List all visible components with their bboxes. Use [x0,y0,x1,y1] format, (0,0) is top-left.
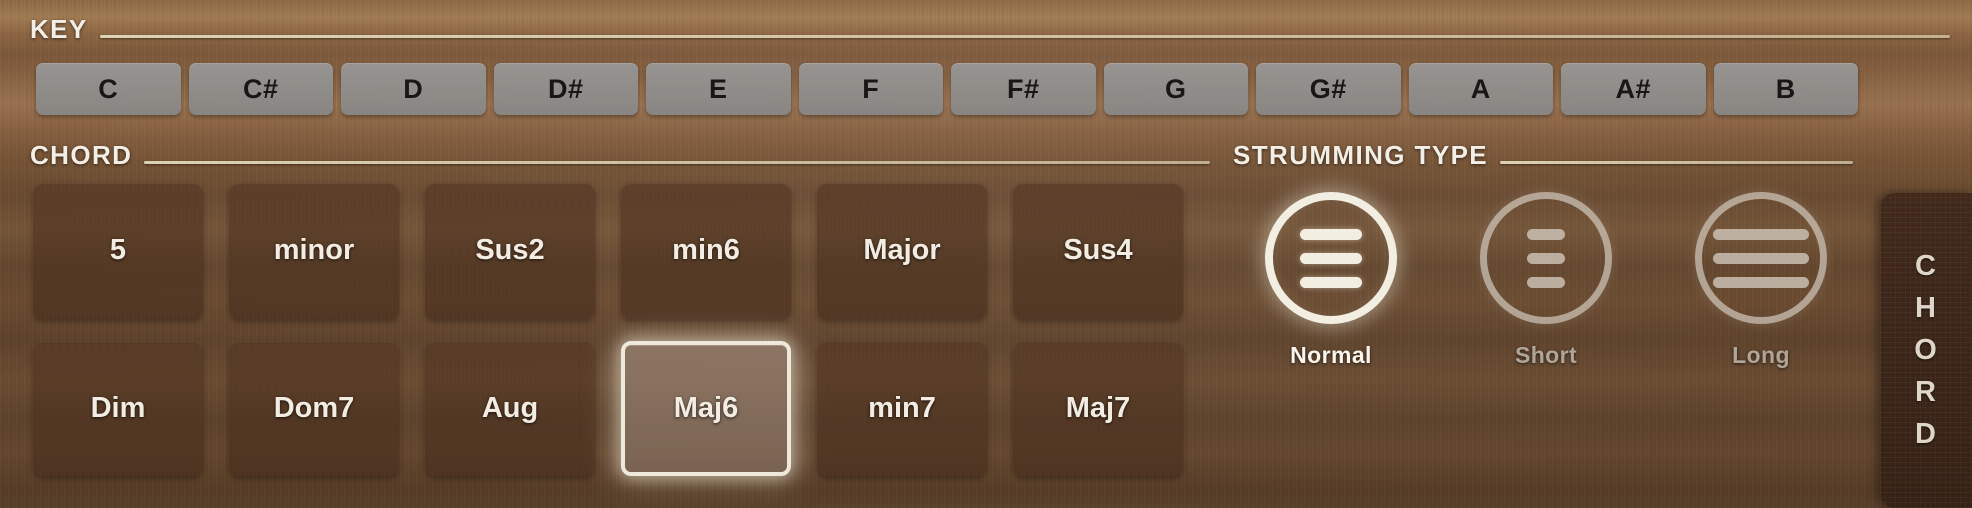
chord-tab-letter: H [1915,292,1937,324]
key-button-g[interactable]: G [1103,63,1248,115]
strum-normal-icon[interactable] [1265,192,1397,324]
strum-bar [1713,252,1809,264]
chord-selector-panel: KEY C C# D D# E F F# G G# A A# B CHORD STRUMMING TY… [0,0,1972,508]
strum-bar [1300,228,1362,240]
chord-button-dim[interactable]: Dim [33,340,203,476]
strumming-option-label: Short [1514,342,1578,368]
strumming-option-label: Normal [1290,342,1372,368]
chord-button-aug[interactable]: Aug [425,340,595,476]
strum-bar [1713,276,1809,288]
chord-tab-letter: C [1915,250,1937,282]
key-button-d[interactable]: D [341,63,486,115]
key-button-f[interactable]: F [798,63,943,115]
strum-bar [1527,276,1565,288]
key-button-gsharp[interactable]: G# [1256,63,1401,115]
strum-bar [1713,228,1809,240]
key-button-row: C C# D D# E F F# G G# A A# B [36,63,1858,115]
key-button-a[interactable]: A [1408,63,1553,115]
strumming-section-header: STRUMMING TYPE [1233,140,1853,171]
key-button-asharp[interactable]: A# [1561,63,1706,115]
chord-tab-letter: R [1915,376,1937,408]
strum-short-icon[interactable] [1480,192,1612,324]
strumming-type-row: Normal Short Long [1236,192,1856,477]
key-button-b[interactable]: B [1713,63,1858,115]
strumming-option-short[interactable]: Short [1451,192,1641,369]
chord-tab-letter: O [1914,334,1938,366]
key-button-csharp[interactable]: C# [188,63,333,115]
strum-long-icon[interactable] [1695,192,1827,324]
chord-button-min7[interactable]: min7 [817,340,987,476]
chord-button-maj7[interactable]: Maj7 [1013,340,1183,476]
chord-button-major[interactable]: Major [817,183,987,319]
chord-button-minor[interactable]: minor [229,183,399,319]
chord-button-sus2[interactable]: Sus2 [425,183,595,319]
key-section-header: KEY [30,14,1950,45]
chord-button-maj6[interactable]: Maj6 [621,340,791,476]
key-button-fsharp[interactable]: F# [951,63,1096,115]
strumming-section-title: STRUMMING TYPE [1233,140,1489,170]
chord-section-title: CHORD [30,140,133,170]
chord-button-dom7[interactable]: Dom7 [229,340,399,476]
key-section-title: KEY [30,14,88,44]
strum-bar [1300,276,1362,288]
strumming-option-long[interactable]: Long [1666,192,1856,369]
key-button-e[interactable]: E [646,63,791,115]
strum-bar [1527,228,1565,240]
strumming-option-normal[interactable]: Normal [1236,192,1426,369]
chord-tab-letter: D [1915,418,1937,450]
chord-button-5[interactable]: 5 [33,183,203,319]
chord-button-min6[interactable]: min6 [621,183,791,319]
chord-button-sus4[interactable]: Sus4 [1013,183,1183,319]
key-button-c[interactable]: C [36,63,181,115]
strum-bar [1300,252,1362,264]
key-section-rule [99,35,1950,38]
key-button-dsharp[interactable]: D# [493,63,638,115]
chord-section-header: CHORD [30,140,1210,171]
strumming-section-rule [1500,161,1853,164]
chord-side-tab[interactable]: CHORD [1880,193,1972,508]
chord-section-rule [144,161,1210,164]
chord-button-grid: 5 minor Sus2 min6 Major Sus4 Dim Dom7 Aug Maj6 min… [33,183,1183,476]
strumming-option-label: Long [1732,342,1790,368]
strum-bar [1527,252,1565,264]
